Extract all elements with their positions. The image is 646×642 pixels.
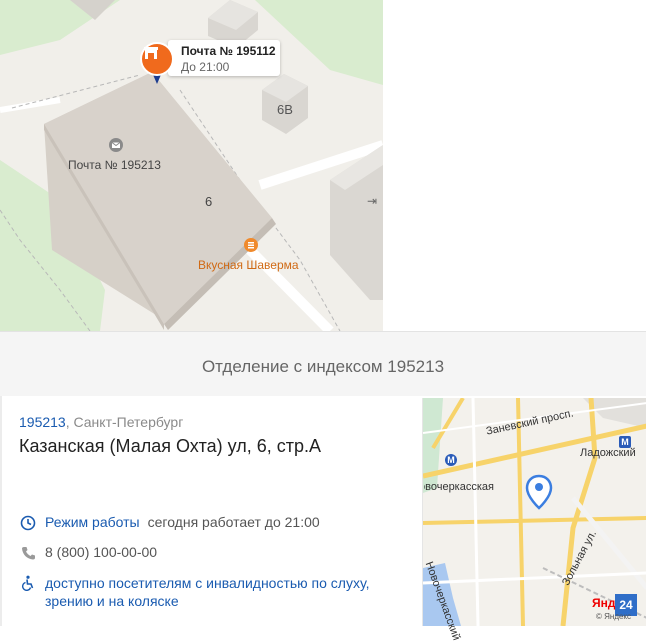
post-office-label[interactable]: Почта № 195213 bbox=[68, 158, 161, 172]
hours-status: сегодня работает до 21:00 bbox=[147, 514, 320, 530]
mini-map-canvas bbox=[423, 398, 646, 626]
building-6v-label: 6В bbox=[277, 102, 293, 117]
hours-row[interactable]: Режим работы сегодня работает до 21:00 bbox=[19, 514, 320, 532]
post-pin-icon[interactable] bbox=[140, 42, 174, 76]
accessibility-row[interactable]: доступно посетителям с инвалидностью по … bbox=[19, 574, 369, 610]
food-icon bbox=[244, 238, 258, 252]
clock-icon bbox=[19, 514, 37, 532]
shawarma-label[interactable]: Вкусная Шаверма bbox=[198, 258, 299, 272]
post-callout[interactable]: Почта № 195112 До 21:00 bbox=[168, 40, 280, 76]
hours-label[interactable]: Режим работы bbox=[45, 514, 140, 530]
phone-row[interactable]: 8 (800) 100-00-00 bbox=[19, 544, 157, 562]
station-label-ladozhsky: Ладожский bbox=[580, 447, 636, 459]
accessibility-line-2: зрению и на коляске bbox=[45, 593, 179, 609]
yandex-logo[interactable]: Янд bbox=[592, 596, 616, 610]
station-label-novocherkasskaya: Новочеркасская bbox=[424, 481, 494, 493]
main-map[interactable]: Почта № 195213 6 6В Вкусная Шаверма ⇥ По… bbox=[0, 0, 383, 331]
city-text: , Санкт-Петербург bbox=[65, 414, 184, 430]
callout-title: Почта № 195112 bbox=[181, 44, 276, 58]
address-text: Казанская (Малая Охта) ул, 6, стр.А bbox=[19, 436, 322, 456]
phone-number[interactable]: 8 (800) 100-00-00 bbox=[45, 544, 157, 560]
building-number-label: 6 bbox=[205, 194, 213, 209]
accessibility-line-1: доступно посетителям с инвалидностью по … bbox=[45, 575, 370, 591]
section-title: Отделение с индексом 195213 bbox=[201, 357, 445, 376]
map-copyright[interactable]: © Яндекс bbox=[596, 612, 631, 621]
phone-icon bbox=[19, 544, 37, 562]
entrance-icon: ⇥ bbox=[367, 194, 378, 208]
wheelchair-icon bbox=[19, 574, 37, 592]
mini-map[interactable]: M M bbox=[422, 398, 646, 626]
zip-link[interactable]: 195213 bbox=[19, 414, 66, 430]
envelope-icon bbox=[109, 138, 123, 152]
accessibility-text: доступно посетителям с инвалидностью по … bbox=[45, 574, 369, 610]
blank-area bbox=[383, 0, 646, 331]
zip-city-line: 195213, Санкт-Петербург bbox=[19, 414, 183, 430]
info-card-border bbox=[0, 396, 2, 626]
callout-subtitle: До 21:00 bbox=[181, 60, 230, 74]
metro-icon: M bbox=[445, 454, 457, 466]
